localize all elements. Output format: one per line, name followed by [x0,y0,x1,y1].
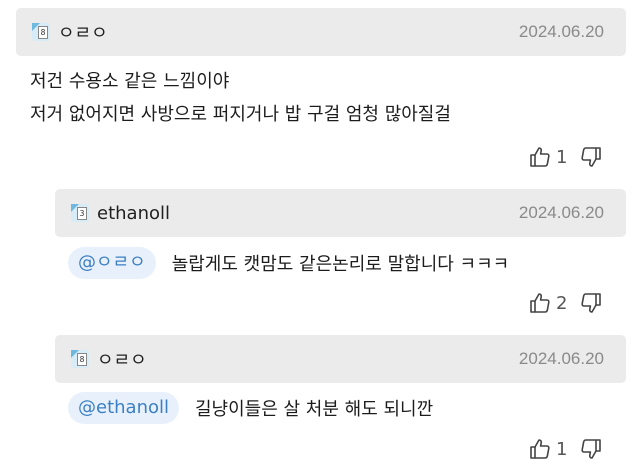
reply-text: 길냥이들은 살 처분 해도 되니깐 [195,399,434,420]
comment-date: 2024.06.20 [518,22,604,41]
thumbs-down-icon[interactable] [579,291,603,315]
thumbs-down-icon[interactable] [579,145,603,169]
thumbs-up-icon[interactable] [528,291,552,315]
author-name[interactable]: ㅇㄹㅇ [97,346,147,372]
comment-date: 2024.06.20 [518,203,604,222]
vote-controls: 1 [528,145,603,169]
vote-controls: 2 [528,291,603,315]
reply-header: 8 ㅇㄹㅇ 2024.06.20 [55,335,626,383]
mention-tag[interactable]: @ethanoll [68,392,179,424]
comment-line: 저건 수용소 같은 느낌이야 [30,71,230,92]
author-name[interactable]: ethanoll [97,203,170,224]
like-count: 1 [556,146,568,168]
comment-body: 저건 수용소 같은 느낌이야 저거 없어지면 사방으로 퍼지거나 밥 구걸 엄청… [30,65,451,131]
thumbs-up-icon[interactable] [528,145,552,169]
comment-date: 2024.06.20 [518,349,604,368]
level-badge-icon: 3 [71,204,89,222]
comment-header: 8 ㅇㄹㅇ 2024.06.20 [16,8,626,56]
reply-body: @ethanoll 길냥이들은 살 처분 해도 되니깐 [68,392,433,424]
mention-tag[interactable]: @ㅇㄹㅇ [68,247,156,279]
reply-text: 놀랍게도 캣맘도 같은논리로 말합니다 ㅋㅋㅋ [171,254,510,275]
comment-line: 저거 없어지면 사방으로 퍼지거나 밥 구걸 엄청 많아질걸 [30,104,451,125]
level-badge-icon: 8 [32,23,50,41]
thumbs-up-icon[interactable] [528,437,552,461]
like-count: 1 [556,438,568,460]
thumbs-down-icon[interactable] [579,437,603,461]
vote-controls: 1 [528,437,603,461]
reply-header: 3 ethanoll 2024.06.20 [55,189,626,237]
reply-body: @ㅇㄹㅇ 놀랍게도 캣맘도 같은논리로 말합니다 ㅋㅋㅋ [68,247,509,279]
level-badge-icon: 8 [71,350,89,368]
author-name[interactable]: ㅇㄹㅇ [58,19,108,45]
like-count: 2 [556,292,568,314]
